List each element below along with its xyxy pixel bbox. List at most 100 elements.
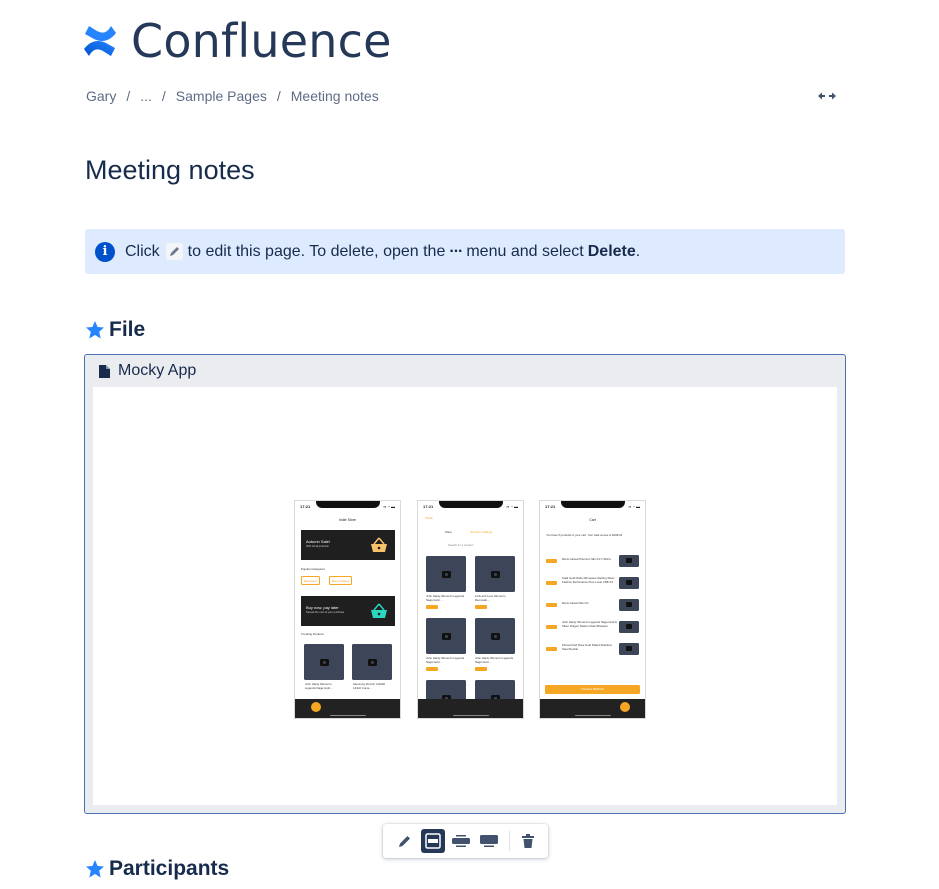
pay-later-banner: Buy now, pay later Spread the cost of yo… [301, 596, 395, 626]
product-name: John Hardy Women's Legends Naga Gold ... [426, 656, 465, 664]
layout-wide-button[interactable] [449, 829, 473, 853]
product-name: Samsung 49-Inch CHG90 144Hz Curve... [353, 682, 386, 690]
cart-tab-icon [620, 702, 630, 712]
checkout-button: Checkout ($168.24) [545, 685, 640, 694]
sale-banner: Autumn Sale! 30% off all products [301, 530, 395, 560]
breadcrumb-separator: / [161, 88, 166, 104]
section-heading-file: File [85, 318, 145, 342]
price-tag [546, 603, 557, 607]
expand-width-button[interactable] [815, 88, 839, 104]
home-indicator [575, 714, 611, 716]
trash-icon [522, 834, 534, 848]
layout-inline-button[interactable] [421, 829, 445, 853]
product-thumbnail [304, 644, 344, 680]
info-period: . [635, 242, 641, 260]
section-heading-participants: Participants [85, 857, 229, 881]
phone-notch [439, 501, 503, 508]
categories-label: Popular Categories [301, 567, 325, 571]
phone-mockup-cart: 17:21 ▪▪ ◔ ▬ Cart You have 5 products in… [539, 500, 646, 719]
cart-item-name: John Hardy Women's Legends Naga Gold & S… [562, 620, 617, 628]
product-thumbnail [475, 618, 515, 654]
filter-label: Shop [445, 530, 452, 534]
status-icons: ▪▪ ◔ ▬ [383, 504, 395, 509]
confluence-logo[interactable]: Confluence [82, 18, 392, 64]
cart-item-thumbnail [619, 599, 639, 611]
tab-bar [540, 699, 645, 718]
camera-icon [441, 632, 451, 640]
banner-subtitle: 30% off all products [306, 545, 329, 548]
delete-button[interactable] [516, 829, 540, 853]
tab-bar [418, 699, 523, 718]
cart-item-name: Mens Casual Slim Fit [562, 601, 589, 605]
category-chip: Men's Clothing [329, 576, 353, 585]
tab-bar [295, 699, 400, 718]
product-thumbnail [426, 618, 466, 654]
camera-icon [367, 658, 377, 666]
info-icon: i [95, 241, 115, 262]
breadcrumb-item-ellipsis[interactable]: ... [140, 88, 152, 104]
embed-header: Mocky App [85, 355, 845, 387]
category-chip: Electronics [301, 576, 320, 585]
price-tag [546, 647, 557, 651]
document-icon [99, 364, 110, 378]
breadcrumb-item-gary[interactable]: Gary [86, 88, 116, 104]
banner-subtitle: Spread the cost of your purchase [306, 611, 345, 614]
product-name: Lock and Love Women's Removab... [475, 594, 506, 602]
breadcrumb-item-sample-pages[interactable]: Sample Pages [176, 88, 267, 104]
price-tag [546, 559, 557, 563]
status-icons: ▪▪ ◔ ▬ [628, 504, 640, 509]
pencil-icon [399, 836, 410, 847]
info-text-delete: Delete [587, 242, 636, 260]
price-tag [475, 605, 487, 609]
confluence-logo-icon [84, 26, 116, 56]
status-time: 17:21 [300, 504, 311, 509]
product-thumbnail [352, 644, 392, 680]
edit-button[interactable] [393, 829, 417, 853]
camera-icon [490, 570, 500, 578]
file-embed[interactable]: Mocky App 17:21 ▪▪ ◔ ▬ Indie Store Autum… [84, 354, 846, 814]
price-tag [546, 625, 557, 629]
basket-icon [371, 603, 387, 618]
status-time: 17:21 [545, 504, 556, 509]
phone-mockup-home: 17:21 ▪▪ ◔ ▬ Indie Store Autumn Sale! 30… [294, 500, 401, 719]
product-name: John Hardy Women's Legends Naga Gold ... [426, 594, 465, 602]
breadcrumb: Gary / ... / Sample Pages / Meeting note… [86, 88, 379, 104]
layout-wide-icon [452, 835, 470, 847]
phone-notch [561, 501, 625, 508]
info-text-click: Click [125, 242, 160, 260]
phone-mockup-shop: 17:21 ▪▪ ◔ ▬ < Back Shop Women's clothin… [417, 500, 524, 719]
embed-preview[interactable]: 17:21 ▪▪ ◔ ▬ Indie Store Autumn Sale! 30… [93, 387, 837, 805]
banner-title: Autumn Sale! [306, 539, 331, 544]
camera-icon [441, 570, 451, 578]
embed-title[interactable]: Mocky App [118, 362, 196, 380]
cart-item-name: Pierced Owl Rose Gold Plated Stainless S… [562, 643, 612, 651]
breadcrumb-item-meeting-notes[interactable]: Meeting notes [291, 88, 379, 104]
home-tab-icon [311, 702, 321, 712]
star-icon [86, 321, 104, 339]
cart-item-name: Solid Gold Petite Micropave Sterling Sil… [562, 576, 615, 584]
filter-value: Women's clothing [470, 530, 492, 534]
info-panel: i Click to edit this page. To delete, op… [85, 229, 845, 274]
section-heading-text: File [109, 318, 146, 341]
cart-item-thumbnail [619, 577, 639, 589]
home-indicator [330, 714, 366, 716]
toolbar-divider [509, 831, 510, 851]
cart-item-thumbnail [619, 555, 639, 567]
back-link: < Back [424, 516, 433, 520]
cart-item-name: Mens Casual Premium Slim Fit T-Shirts [562, 557, 611, 561]
home-indicator [453, 714, 489, 716]
screen-title: Indie Store [339, 518, 356, 522]
product-thumbnail [426, 556, 466, 592]
embed-toolbar [383, 824, 548, 858]
price-tag [546, 581, 557, 585]
product-name: John Hardy Women's Legends Naga Gold ... [305, 682, 333, 690]
banner-title: Buy now, pay later [306, 605, 339, 610]
app-name: Confluence [131, 14, 392, 68]
basket-icon [371, 537, 387, 552]
phone-notch [316, 501, 380, 508]
star-icon [86, 860, 104, 878]
section-heading-text: Participants [109, 857, 230, 880]
layout-full-width-button[interactable] [477, 829, 501, 853]
status-time: 17:21 [423, 504, 434, 509]
price-tag [426, 605, 438, 609]
